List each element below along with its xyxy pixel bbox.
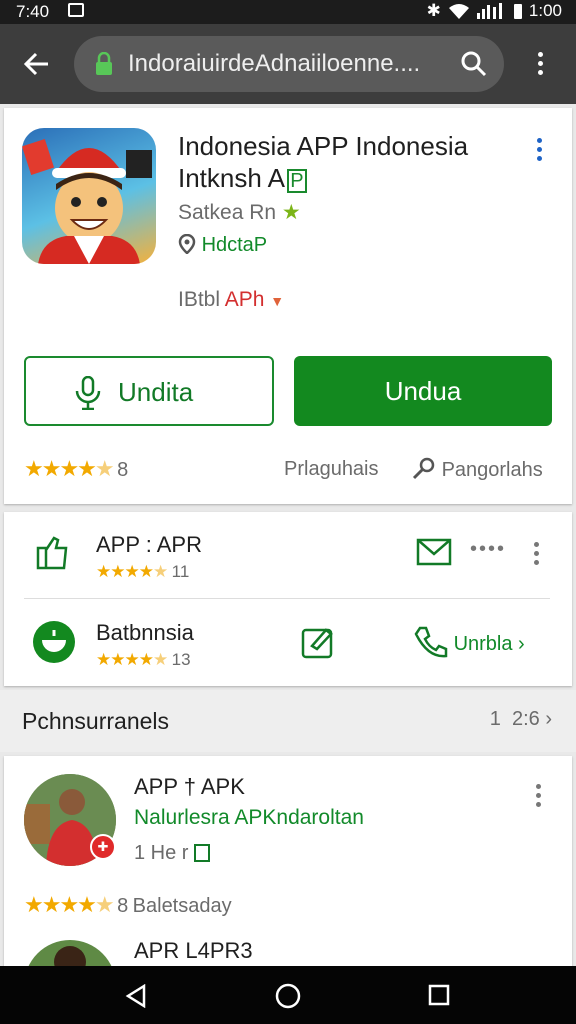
install-button[interactable]: Undua bbox=[294, 356, 552, 426]
version-label: IBtbl bbox=[178, 288, 221, 311]
related-item-1-rating: ★★★★★ 11 bbox=[96, 562, 189, 582]
status-time-right: 1:00 bbox=[528, 1, 562, 20]
dropdown-icon: ▼ bbox=[270, 293, 285, 309]
related-item-1[interactable]: APP : APR ★★★★★ 11 •••• bbox=[24, 524, 554, 596]
image-notification-icon bbox=[68, 3, 84, 17]
navigation-bar bbox=[0, 966, 576, 1024]
app-title-line2: Intknsh AP bbox=[178, 162, 468, 194]
more-horizontal-icon[interactable]: •••• bbox=[470, 538, 506, 561]
section-chevron-icon: › bbox=[545, 708, 552, 730]
share-icon bbox=[36, 536, 68, 570]
url-text: IndoraiuirdeAdnaiiloenne.... bbox=[128, 50, 421, 77]
related-item-2-action[interactable]: Unrbla › bbox=[414, 626, 525, 658]
nav-recents-icon[interactable] bbox=[428, 984, 450, 1006]
microphone-icon bbox=[75, 376, 101, 410]
section-count: 1 2:6 › bbox=[490, 708, 552, 731]
signal-icon bbox=[476, 3, 502, 19]
overflow-menu-icon[interactable] bbox=[538, 52, 544, 78]
app-location: HdctaP bbox=[178, 233, 268, 257]
bluetooth-icon: ✱ bbox=[426, 1, 441, 20]
review-rating-label: 8 bbox=[117, 895, 129, 917]
url-bar[interactable]: IndoraiuirdeAdnaiiloenne.... bbox=[74, 36, 504, 92]
app-rating: ★★★★★ 8 bbox=[24, 456, 128, 482]
developer-name: Satkea Rn ★ bbox=[178, 200, 301, 225]
review-rating-text: Baletsaday bbox=[132, 895, 232, 917]
outline-button-label: Undita bbox=[118, 377, 194, 407]
status-time: 7:40 bbox=[16, 2, 50, 21]
app-icon[interactable] bbox=[22, 128, 156, 264]
section-page: 2:6 bbox=[511, 708, 540, 730]
version-info[interactable]: IBtbl APh ▼ bbox=[178, 288, 284, 312]
app-options-icon[interactable] bbox=[537, 138, 543, 164]
location-text: HdctaP bbox=[201, 234, 268, 256]
flag-badge-icon: ✚ bbox=[90, 834, 116, 860]
location-pin-icon bbox=[178, 233, 196, 255]
link-2-text: Pangorlahs bbox=[441, 459, 543, 481]
nav-home-icon[interactable] bbox=[275, 983, 301, 1009]
link-2[interactable]: Pangorlahs bbox=[412, 456, 543, 482]
related-item-2-action-text: Unrbla bbox=[453, 633, 513, 655]
back-arrow-icon[interactable] bbox=[22, 50, 50, 78]
app-title-line1: Indonesia APP Indonesia bbox=[178, 131, 469, 161]
nav-back-icon[interactable] bbox=[124, 984, 148, 1008]
next-item-title: APR L4PR3 bbox=[134, 938, 253, 963]
version-value: APh bbox=[224, 288, 265, 311]
link-1[interactable]: Prlaguhais bbox=[284, 458, 379, 481]
lock-icon bbox=[96, 52, 112, 75]
related-item-2-rating: ★★★★★ 13 bbox=[96, 650, 191, 670]
search-icon[interactable] bbox=[460, 50, 488, 78]
browser-toolbar: IndoraiuirdeAdnaiiloenne.... bbox=[0, 24, 576, 104]
related-item-1-name: APP : APR bbox=[96, 532, 202, 557]
star-badge-icon: ★ bbox=[281, 201, 301, 224]
developer-text: Satkea Rn bbox=[178, 201, 277, 224]
related-item-2-stars: ★★★★★ bbox=[96, 650, 168, 669]
install-button-label: Undua bbox=[384, 376, 462, 406]
square-icon bbox=[194, 844, 211, 862]
related-item-2[interactable]: Batbnnsia ★★★★★ 13 Unrbla › bbox=[24, 612, 554, 684]
install-outline-button[interactable]: Undita bbox=[24, 356, 274, 426]
related-item-2-name: Batbnnsia bbox=[96, 620, 194, 645]
related-item-1-menu-icon[interactable] bbox=[534, 542, 540, 568]
app-badge: P bbox=[286, 169, 307, 193]
rating-count: 8 bbox=[117, 459, 129, 481]
search-small-icon bbox=[412, 457, 435, 480]
reviewer-avatar[interactable]: ✚ bbox=[24, 774, 116, 866]
section-header[interactable]: Pchnsurranels 1 2:6 › bbox=[0, 690, 576, 752]
status-bar: 7:40 ✱ 1:00 bbox=[0, 0, 576, 24]
wifi-icon bbox=[448, 4, 469, 19]
review-subtitle: Nalurlesra APKndaroltan bbox=[134, 806, 364, 829]
status-icons: ✱ 1:00 bbox=[427, 1, 562, 21]
divider bbox=[24, 598, 550, 599]
review-menu-icon[interactable] bbox=[536, 784, 542, 810]
related-item-1-stars: ★★★★★ bbox=[96, 562, 168, 581]
app-title-line2-text: Intknsh A bbox=[178, 163, 285, 193]
rating-stars: ★★★★★ bbox=[24, 456, 115, 481]
related-item-1-rating-text: 11 bbox=[171, 562, 190, 581]
related-item-2-rating-text: 13 bbox=[171, 650, 191, 669]
mail-icon[interactable] bbox=[416, 538, 452, 566]
green-app-icon bbox=[33, 621, 75, 663]
review-stars: ★★★★★ bbox=[24, 892, 115, 917]
phone-icon bbox=[414, 626, 448, 658]
app-title: Indonesia APP Indonesia Intknsh AP bbox=[178, 130, 468, 194]
review-title: APP † APK bbox=[134, 774, 245, 799]
section-count-value: 1 bbox=[489, 708, 501, 730]
chevron-right-icon: › bbox=[518, 633, 525, 655]
edit-icon[interactable] bbox=[300, 624, 336, 660]
review-meta-text: 1 He r bbox=[134, 842, 189, 864]
section-title: Pchnsurranels bbox=[22, 708, 170, 734]
review-meta: 1 He r bbox=[134, 842, 211, 865]
battery-icon bbox=[513, 3, 522, 19]
review-rating: ★★★★★ 8 Baletsaday bbox=[24, 892, 232, 918]
